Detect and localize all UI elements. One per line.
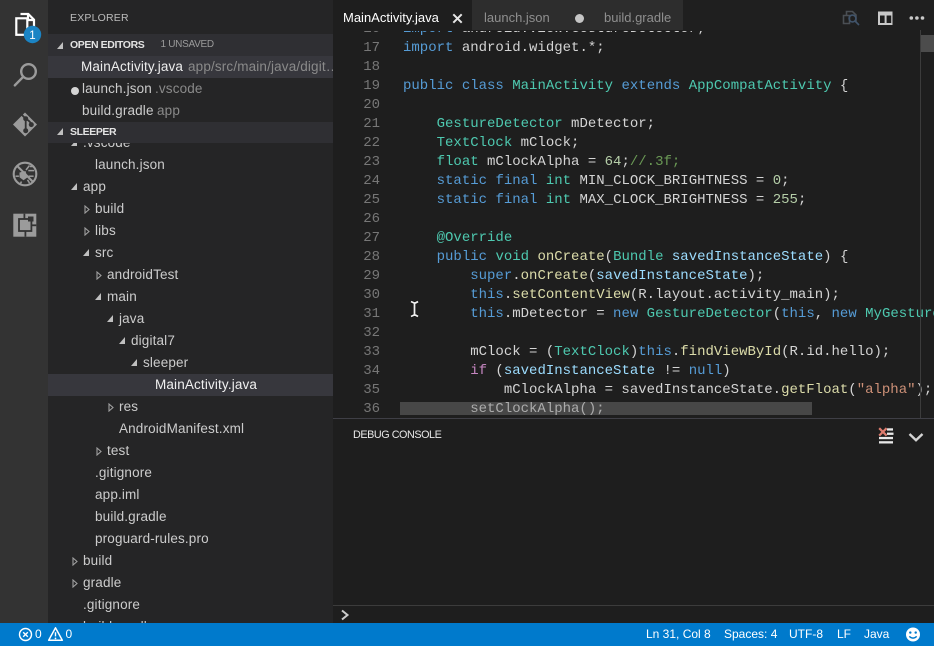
svg-text:1: 1 — [29, 30, 35, 42]
